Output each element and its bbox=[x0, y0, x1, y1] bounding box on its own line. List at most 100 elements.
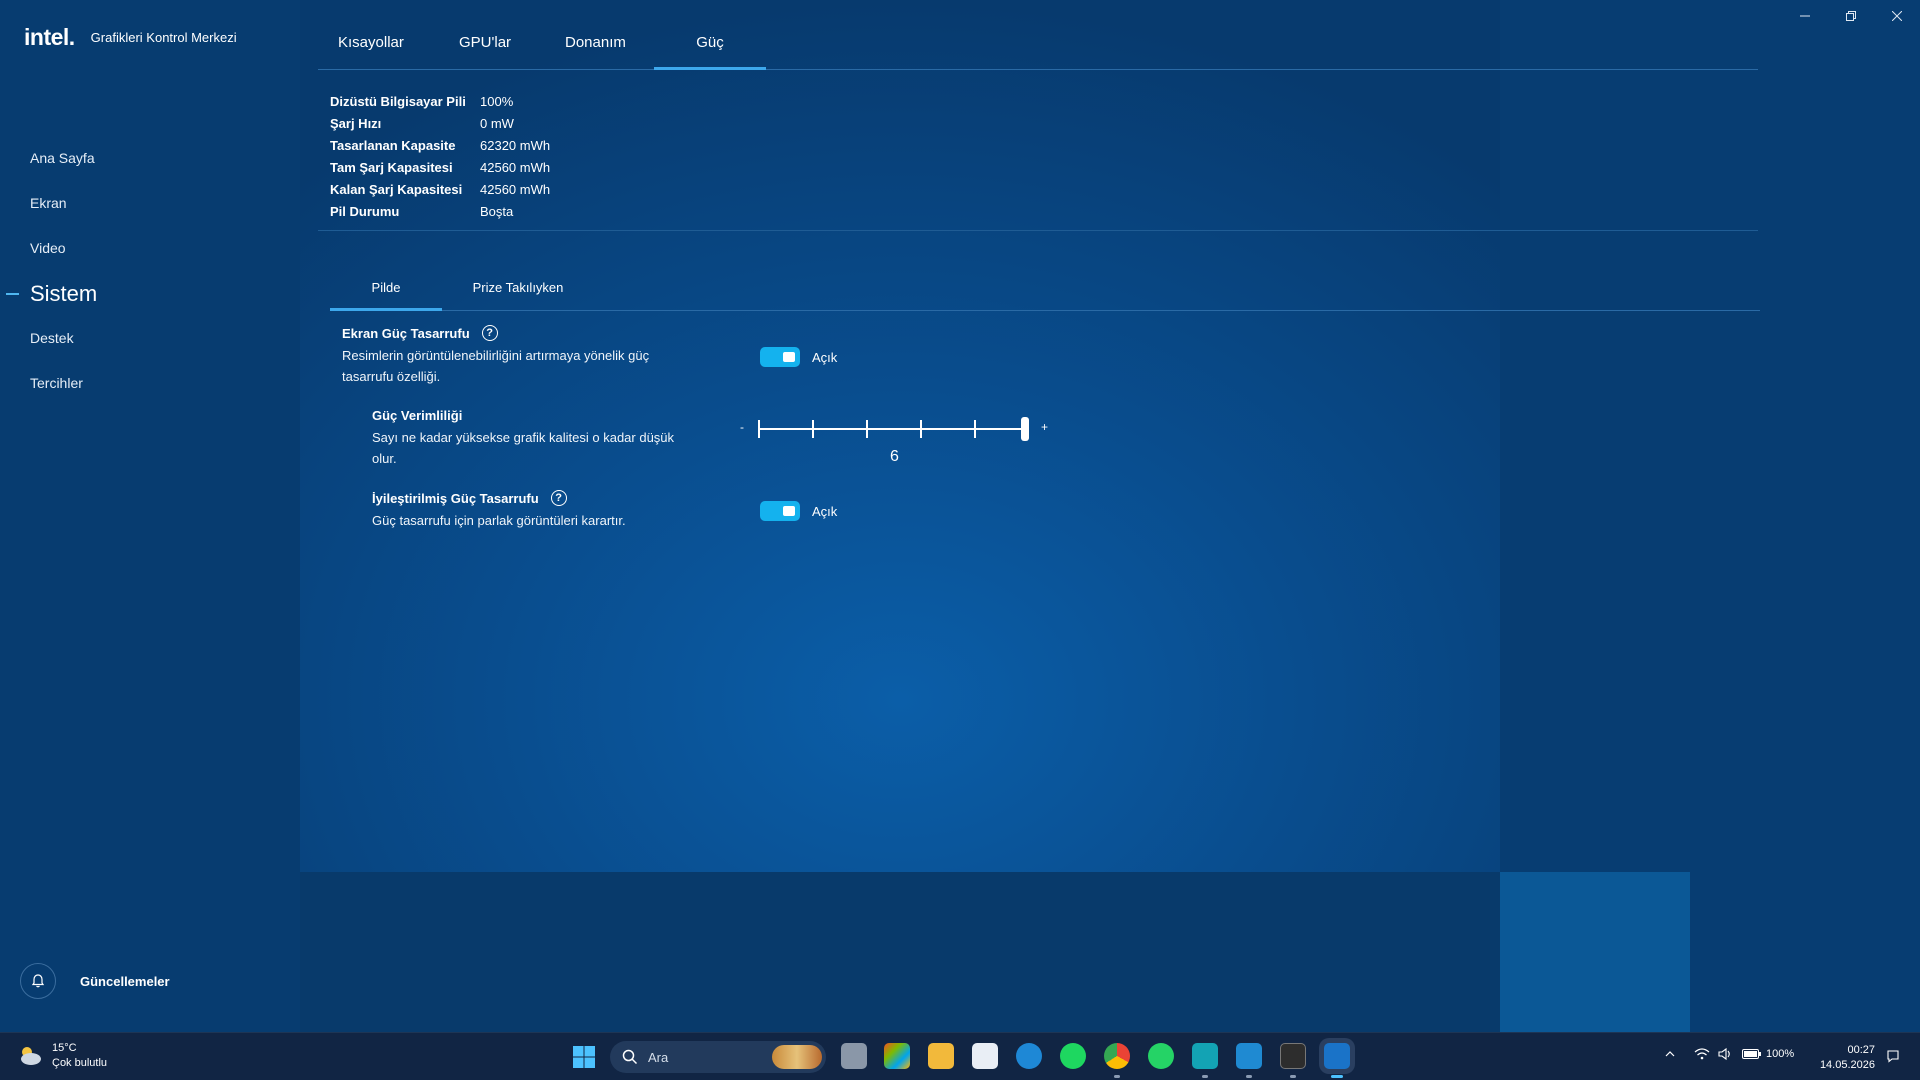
windows-icon bbox=[573, 1046, 595, 1068]
setting-title-text: İyileştirilmiş Güç Tasarrufu bbox=[372, 490, 539, 506]
spotify-icon[interactable] bbox=[1060, 1043, 1086, 1069]
setting-description-line: olur. bbox=[372, 451, 397, 466]
battery-icon[interactable] bbox=[1742, 1048, 1762, 1060]
tab-gpular[interactable]: GPU'lar bbox=[459, 34, 511, 70]
info-value: 42560 mWh bbox=[480, 159, 551, 175]
battery-info-row: Pil Durumu Boşta bbox=[330, 200, 550, 222]
sidebar-item-video[interactable]: Video bbox=[0, 226, 300, 271]
slider-tick bbox=[974, 420, 976, 438]
weather-widget[interactable]: 15°C Çok bulutlu bbox=[16, 1041, 107, 1071]
close-icon bbox=[1892, 11, 1902, 21]
running-indicator bbox=[1202, 1075, 1208, 1078]
running-indicator bbox=[1290, 1075, 1296, 1078]
info-label: Tasarlanan Kapasite bbox=[330, 137, 456, 153]
help-icon[interactable]: ? bbox=[481, 325, 498, 341]
clock[interactable]: 00:27 14.05.2026 bbox=[1815, 1043, 1875, 1073]
info-label: Pil Durumu bbox=[330, 203, 400, 219]
sidebar: intel. Grafikleri Kontrol Merkezi Ana Sa… bbox=[0, 0, 300, 1032]
intel-logo: intel. bbox=[24, 24, 75, 50]
setting-title: Ekran Güç Tasarrufu ? bbox=[342, 325, 722, 341]
enhanced-power-saving-toggle-group: Açık bbox=[760, 501, 837, 521]
sidebar-nav: Ana Sayfa Ekran Video Sistem Destek Terc… bbox=[0, 136, 300, 406]
wifi-icon[interactable] bbox=[1694, 1047, 1710, 1061]
search-highlight-image bbox=[772, 1045, 822, 1069]
updates-button[interactable]: Güncellemeler bbox=[20, 963, 170, 999]
screen-power-saving-toggle-group: Açık bbox=[760, 347, 837, 367]
sidebar-item-destek[interactable]: Destek bbox=[0, 316, 300, 361]
battery-info-row: Tam Şarj Kapasitesi 42560 mWh bbox=[330, 156, 550, 178]
restore-icon bbox=[1846, 11, 1856, 21]
setting-description: Sayı ne kadar yüksekse grafik kalitesi o… bbox=[372, 427, 712, 469]
terminal-icon[interactable] bbox=[1280, 1043, 1306, 1069]
volume-icon[interactable] bbox=[1718, 1047, 1734, 1061]
top-tabs: Kısayollar GPU'lar Donanım Güç bbox=[318, 26, 1758, 70]
enhanced-power-saving-toggle[interactable] bbox=[760, 501, 800, 521]
slider-tick bbox=[920, 420, 922, 438]
close-button[interactable] bbox=[1874, 0, 1920, 32]
cloud-icon bbox=[16, 1042, 44, 1070]
setting-title: İyileştirilmiş Güç Tasarrufu ? bbox=[372, 490, 712, 506]
tab-guc[interactable]: Güç bbox=[654, 34, 766, 70]
info-label: Tam Şarj Kapasitesi bbox=[330, 159, 453, 175]
bell-icon bbox=[20, 963, 56, 999]
enhanced-power-saving-setting: İyileştirilmiş Güç Tasarrufu ? Güç tasar… bbox=[372, 490, 712, 531]
info-value: Boşta bbox=[480, 203, 514, 219]
restore-button[interactable] bbox=[1828, 0, 1874, 32]
task-view-icon[interactable] bbox=[841, 1043, 867, 1069]
tab-pilde[interactable]: Pilde bbox=[330, 280, 442, 311]
updates-label: Güncellemeler bbox=[80, 973, 170, 989]
info-value: 0 mW bbox=[480, 115, 514, 131]
slider-thumb[interactable] bbox=[1021, 417, 1029, 441]
tab-donanim[interactable]: Donanım bbox=[565, 34, 626, 70]
power-mode-tabs: Pilde Prize Takılıyken bbox=[330, 274, 1760, 311]
power-efficiency-slider[interactable]: - + 6 bbox=[740, 412, 1050, 472]
file-explorer-icon[interactable] bbox=[928, 1043, 954, 1069]
taskbar-search[interactable]: Ara bbox=[610, 1041, 826, 1073]
arduino-icon[interactable] bbox=[1192, 1043, 1218, 1069]
sidebar-item-sistem[interactable]: Sistem bbox=[0, 271, 300, 316]
sidebar-item-tercihler[interactable]: Tercihler bbox=[0, 361, 300, 406]
setting-description-line: tasarrufu özelliği. bbox=[342, 369, 441, 384]
window-controls bbox=[1782, 0, 1920, 32]
active-app-indicator bbox=[1331, 1075, 1343, 1078]
tab-kisayollar[interactable]: Kısayollar bbox=[338, 34, 404, 70]
sidebar-item-ana-sayfa[interactable]: Ana Sayfa bbox=[0, 136, 300, 181]
slider-value: 6 bbox=[890, 448, 899, 465]
setting-description: Resimlerin görüntülenebilirliğini artırm… bbox=[342, 345, 722, 387]
chevron-up-icon[interactable] bbox=[1664, 1048, 1676, 1060]
battery-info-row: Şarj Hızı 0 mW bbox=[330, 112, 550, 134]
divider bbox=[318, 230, 1758, 231]
minimize-icon bbox=[1800, 15, 1810, 17]
clock-date: 14.05.2026 bbox=[1819, 1059, 1875, 1071]
screen-power-saving-toggle[interactable] bbox=[760, 347, 800, 367]
running-indicator bbox=[1246, 1075, 1252, 1078]
weather-temperature: 15°C bbox=[52, 1042, 77, 1054]
vscode-icon[interactable] bbox=[1236, 1043, 1262, 1069]
edge-icon[interactable] bbox=[1016, 1043, 1042, 1069]
info-value: 62320 mWh bbox=[480, 137, 551, 153]
start-button[interactable] bbox=[572, 1045, 596, 1074]
sidebar-item-ekran[interactable]: Ekran bbox=[0, 181, 300, 226]
tab-prize-takiliyken[interactable]: Prize Takılıyken bbox=[458, 280, 578, 311]
power-efficiency-setting: Güç Verimliliği Sayı ne kadar yüksekse g… bbox=[372, 408, 712, 469]
slider-min-symbol: - bbox=[740, 420, 744, 434]
help-icon[interactable]: ? bbox=[550, 490, 567, 506]
setting-description-line: Sayı ne kadar yüksekse grafik kalitesi o… bbox=[372, 430, 675, 445]
notification-icon[interactable] bbox=[1886, 1049, 1900, 1063]
screen-power-saving-setting: Ekran Güç Tasarrufu ? Resimlerin görüntü… bbox=[342, 325, 722, 387]
microsoft-store-icon[interactable] bbox=[972, 1043, 998, 1069]
battery-info: Dizüstü Bilgisayar Pili 100% Şarj Hızı 0… bbox=[330, 90, 550, 222]
battery-info-row: Dizüstü Bilgisayar Pili 100% bbox=[330, 90, 550, 112]
chrome-icon[interactable] bbox=[1104, 1043, 1130, 1069]
taskbar: 15°C Çok bulutlu Ara 100% 00:27 14.05.20… bbox=[0, 1032, 1920, 1080]
whatsapp-icon[interactable] bbox=[1148, 1043, 1174, 1069]
microsoft365-icon[interactable] bbox=[884, 1043, 910, 1069]
intel-graphics-icon[interactable] bbox=[1324, 1043, 1350, 1069]
clock-time: 00:27 bbox=[1847, 1044, 1875, 1056]
setting-description-line: Resimlerin görüntülenebilirliğini artırm… bbox=[342, 348, 650, 363]
info-label: Dizüstü Bilgisayar Pili bbox=[330, 93, 466, 109]
slider-track[interactable] bbox=[758, 428, 1024, 430]
minimize-button[interactable] bbox=[1782, 0, 1828, 32]
app-title: Grafikleri Kontrol Merkezi bbox=[90, 30, 237, 45]
toggle-state-label: Açık bbox=[812, 503, 838, 519]
